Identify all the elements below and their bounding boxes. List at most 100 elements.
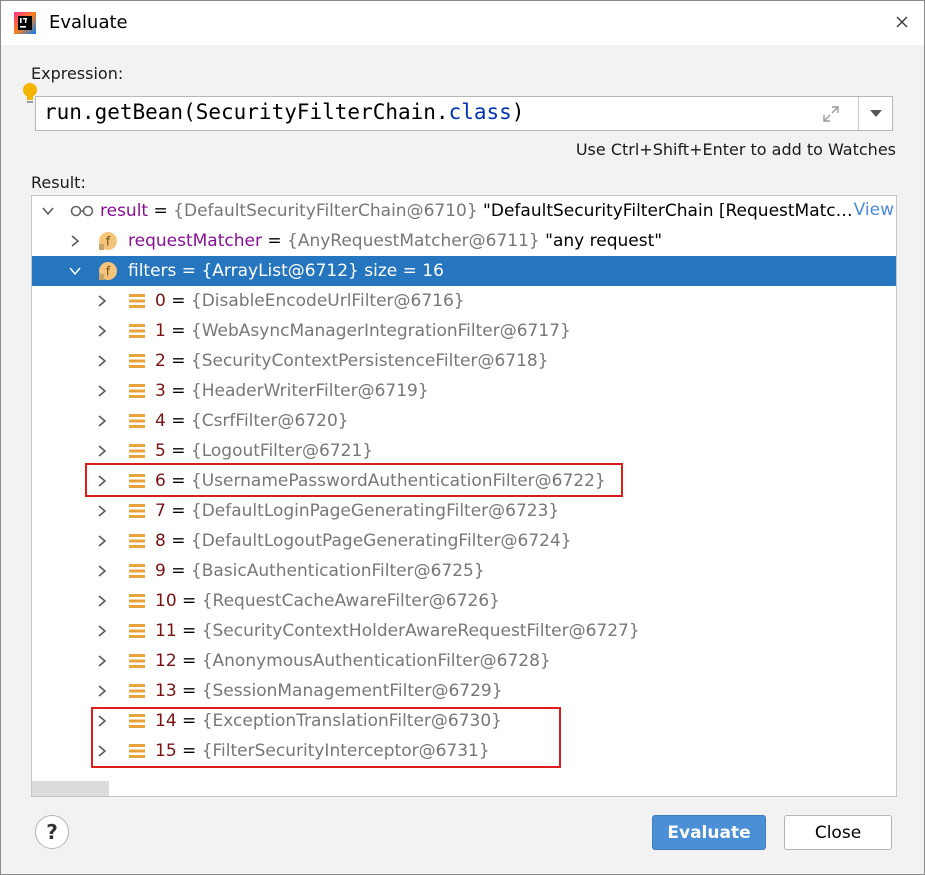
equals-sign: = — [165, 531, 191, 551]
watches-hint: Use Ctrl+Shift+Enter to add to Watches — [575, 140, 896, 159]
equals-sign: = — [165, 441, 191, 461]
chevron-right-icon[interactable] — [95, 414, 109, 428]
history-dropdown-button[interactable] — [859, 97, 893, 130]
result-type: {DefaultSecurityFilterChain@6710} — [173, 201, 478, 221]
tree-row-filter-item[interactable]: 6 = {UsernamePasswordAuthenticationFilte… — [32, 466, 896, 496]
filter-index: 4 — [155, 411, 166, 431]
help-button[interactable]: ? — [35, 815, 69, 849]
watch-glasses-icon — [70, 205, 94, 217]
request-matcher-value: "any request" — [539, 231, 663, 251]
chevron-right-icon[interactable] — [95, 444, 109, 458]
equals-sign: = — [165, 561, 191, 581]
chevron-right-icon[interactable] — [95, 534, 109, 548]
filter-index: 1 — [155, 321, 166, 341]
intellij-app-icon — [14, 12, 36, 34]
list-element-icon — [129, 684, 145, 698]
view-link[interactable]: View — [854, 200, 894, 220]
evaluate-button[interactable]: Evaluate — [652, 815, 766, 850]
tree-row-filters[interactable]: f filters = {ArrayList@6712} size = 16 — [32, 256, 896, 286]
list-element-icon — [129, 354, 145, 368]
list-element-icon — [129, 594, 145, 608]
tree-row-filter-item[interactable]: 0 = {DisableEncodeUrlFilter@6716} — [32, 286, 896, 316]
filter-type: {HeaderWriterFilter@6719} — [190, 381, 429, 401]
tree-row-filter-item[interactable]: 12 = {AnonymousAuthenticationFilter@6728… — [32, 646, 896, 676]
close-button[interactable]: Close — [784, 815, 892, 850]
horizontal-scrollbar[interactable] — [32, 781, 109, 796]
close-window-button[interactable] — [887, 7, 917, 37]
tree-row-filter-item[interactable]: 2 = {SecurityContextPersistenceFilter@67… — [32, 346, 896, 376]
filter-type: {WebAsyncManagerIntegrationFilter@6717} — [190, 321, 571, 341]
expand-editor-icon[interactable] — [822, 105, 840, 123]
chevron-right-icon[interactable] — [95, 564, 109, 578]
result-tree[interactable]: result = {DefaultSecurityFilterChain@671… — [31, 195, 897, 797]
filter-index: 6 — [155, 471, 166, 491]
tree-row-filter-item[interactable]: 8 = {DefaultLogoutPageGeneratingFilter@6… — [32, 526, 896, 556]
filter-index: 5 — [155, 441, 166, 461]
request-matcher-type: {AnyRequestMatcher@6711} — [287, 231, 540, 251]
list-element-icon — [129, 474, 145, 488]
chevron-down-icon[interactable] — [41, 204, 55, 218]
chevron-right-icon[interactable] — [95, 324, 109, 338]
tree-row-filter-item[interactable]: 5 = {LogoutFilter@6721} — [32, 436, 896, 466]
filter-type: {LogoutFilter@6721} — [190, 441, 374, 461]
chevron-right-icon[interactable] — [95, 684, 109, 698]
close-icon — [896, 16, 908, 28]
tree-row-filter-item[interactable]: 3 = {HeaderWriterFilter@6719} — [32, 376, 896, 406]
filter-type: {FilterSecurityInterceptor@6731} — [201, 741, 490, 761]
tree-row-filter-item[interactable]: 10 = {RequestCacheAwareFilter@6726} — [32, 586, 896, 616]
tree-row-filter-item[interactable]: 15 = {FilterSecurityInterceptor@6731} — [32, 736, 896, 766]
expression-input[interactable]: run.getBean(SecurityFilterChain.class) — [35, 96, 893, 131]
tree-row-result[interactable]: result = {DefaultSecurityFilterChain@671… — [32, 196, 896, 226]
tree-row-filter-item[interactable]: 11 = {SecurityContextHolderAwareRequestF… — [32, 616, 896, 646]
tree-row-request-matcher[interactable]: f requestMatcher = {AnyRequestMatcher@67… — [32, 226, 896, 256]
filter-index: 10 — [155, 591, 177, 611]
list-element-icon — [129, 624, 145, 638]
equals-sign: = — [165, 321, 191, 341]
chevron-right-icon[interactable] — [95, 294, 109, 308]
filter-index: 14 — [155, 711, 177, 731]
equals-sign: = — [176, 591, 202, 611]
equals-sign: = — [176, 621, 202, 641]
equals-sign: = — [165, 501, 191, 521]
chevron-right-icon[interactable] — [95, 624, 109, 638]
filter-index: 3 — [155, 381, 166, 401]
list-element-icon — [129, 384, 145, 398]
chevron-right-icon[interactable] — [95, 714, 109, 728]
request-matcher-name: requestMatcher — [128, 231, 262, 251]
tree-row-filter-item[interactable]: 9 = {BasicAuthenticationFilter@6725} — [32, 556, 896, 586]
chevron-right-icon[interactable] — [95, 744, 109, 758]
equals-sign: = — [165, 411, 191, 431]
filter-index: 8 — [155, 531, 166, 551]
list-element-icon — [129, 294, 145, 308]
tree-row-filter-item[interactable]: 4 = {CsrfFilter@6720} — [32, 406, 896, 436]
filter-type: {SecurityContextPersistenceFilter@6718} — [190, 351, 549, 371]
tree-row-filter-item[interactable]: 14 = {ExceptionTranslationFilter@6730} — [32, 706, 896, 736]
filter-index: 9 — [155, 561, 166, 581]
chevron-right-icon[interactable] — [95, 594, 109, 608]
tree-row-filter-item[interactable]: 7 = {DefaultLoginPageGeneratingFilter@67… — [32, 496, 896, 526]
filter-type: {BasicAuthenticationFilter@6725} — [190, 561, 485, 581]
title-bar: Evaluate — [1, 1, 924, 45]
list-element-icon — [129, 444, 145, 458]
result-name: result — [100, 201, 149, 221]
expression-code[interactable]: run.getBean(SecurityFilterChain.class) — [44, 100, 524, 124]
list-element-icon — [129, 654, 145, 668]
result-label: Result: — [31, 173, 86, 192]
chevron-right-icon[interactable] — [95, 504, 109, 518]
chevron-right-icon[interactable] — [68, 234, 82, 248]
filter-type: {SessionManagementFilter@6729} — [201, 681, 503, 701]
chevron-right-icon[interactable] — [95, 654, 109, 668]
tree-row-filter-item[interactable]: 13 = {SessionManagementFilter@6729} — [32, 676, 896, 706]
filter-index: 13 — [155, 681, 177, 701]
filter-type: {ExceptionTranslationFilter@6730} — [201, 711, 502, 731]
chevron-down-icon[interactable] — [68, 264, 82, 278]
filters-type: {ArrayList@6712} — [201, 261, 359, 281]
filter-index: 7 — [155, 501, 166, 521]
chevron-right-icon[interactable] — [95, 474, 109, 488]
chevron-right-icon[interactable] — [95, 354, 109, 368]
equals-sign: = — [176, 711, 202, 731]
filter-type: {DisableEncodeUrlFilter@6716} — [190, 291, 465, 311]
tree-row-filter-item[interactable]: 1 = {WebAsyncManagerIntegrationFilter@67… — [32, 316, 896, 346]
filter-type: {SecurityContextHolderAwareRequestFilter… — [201, 621, 640, 641]
chevron-right-icon[interactable] — [95, 384, 109, 398]
